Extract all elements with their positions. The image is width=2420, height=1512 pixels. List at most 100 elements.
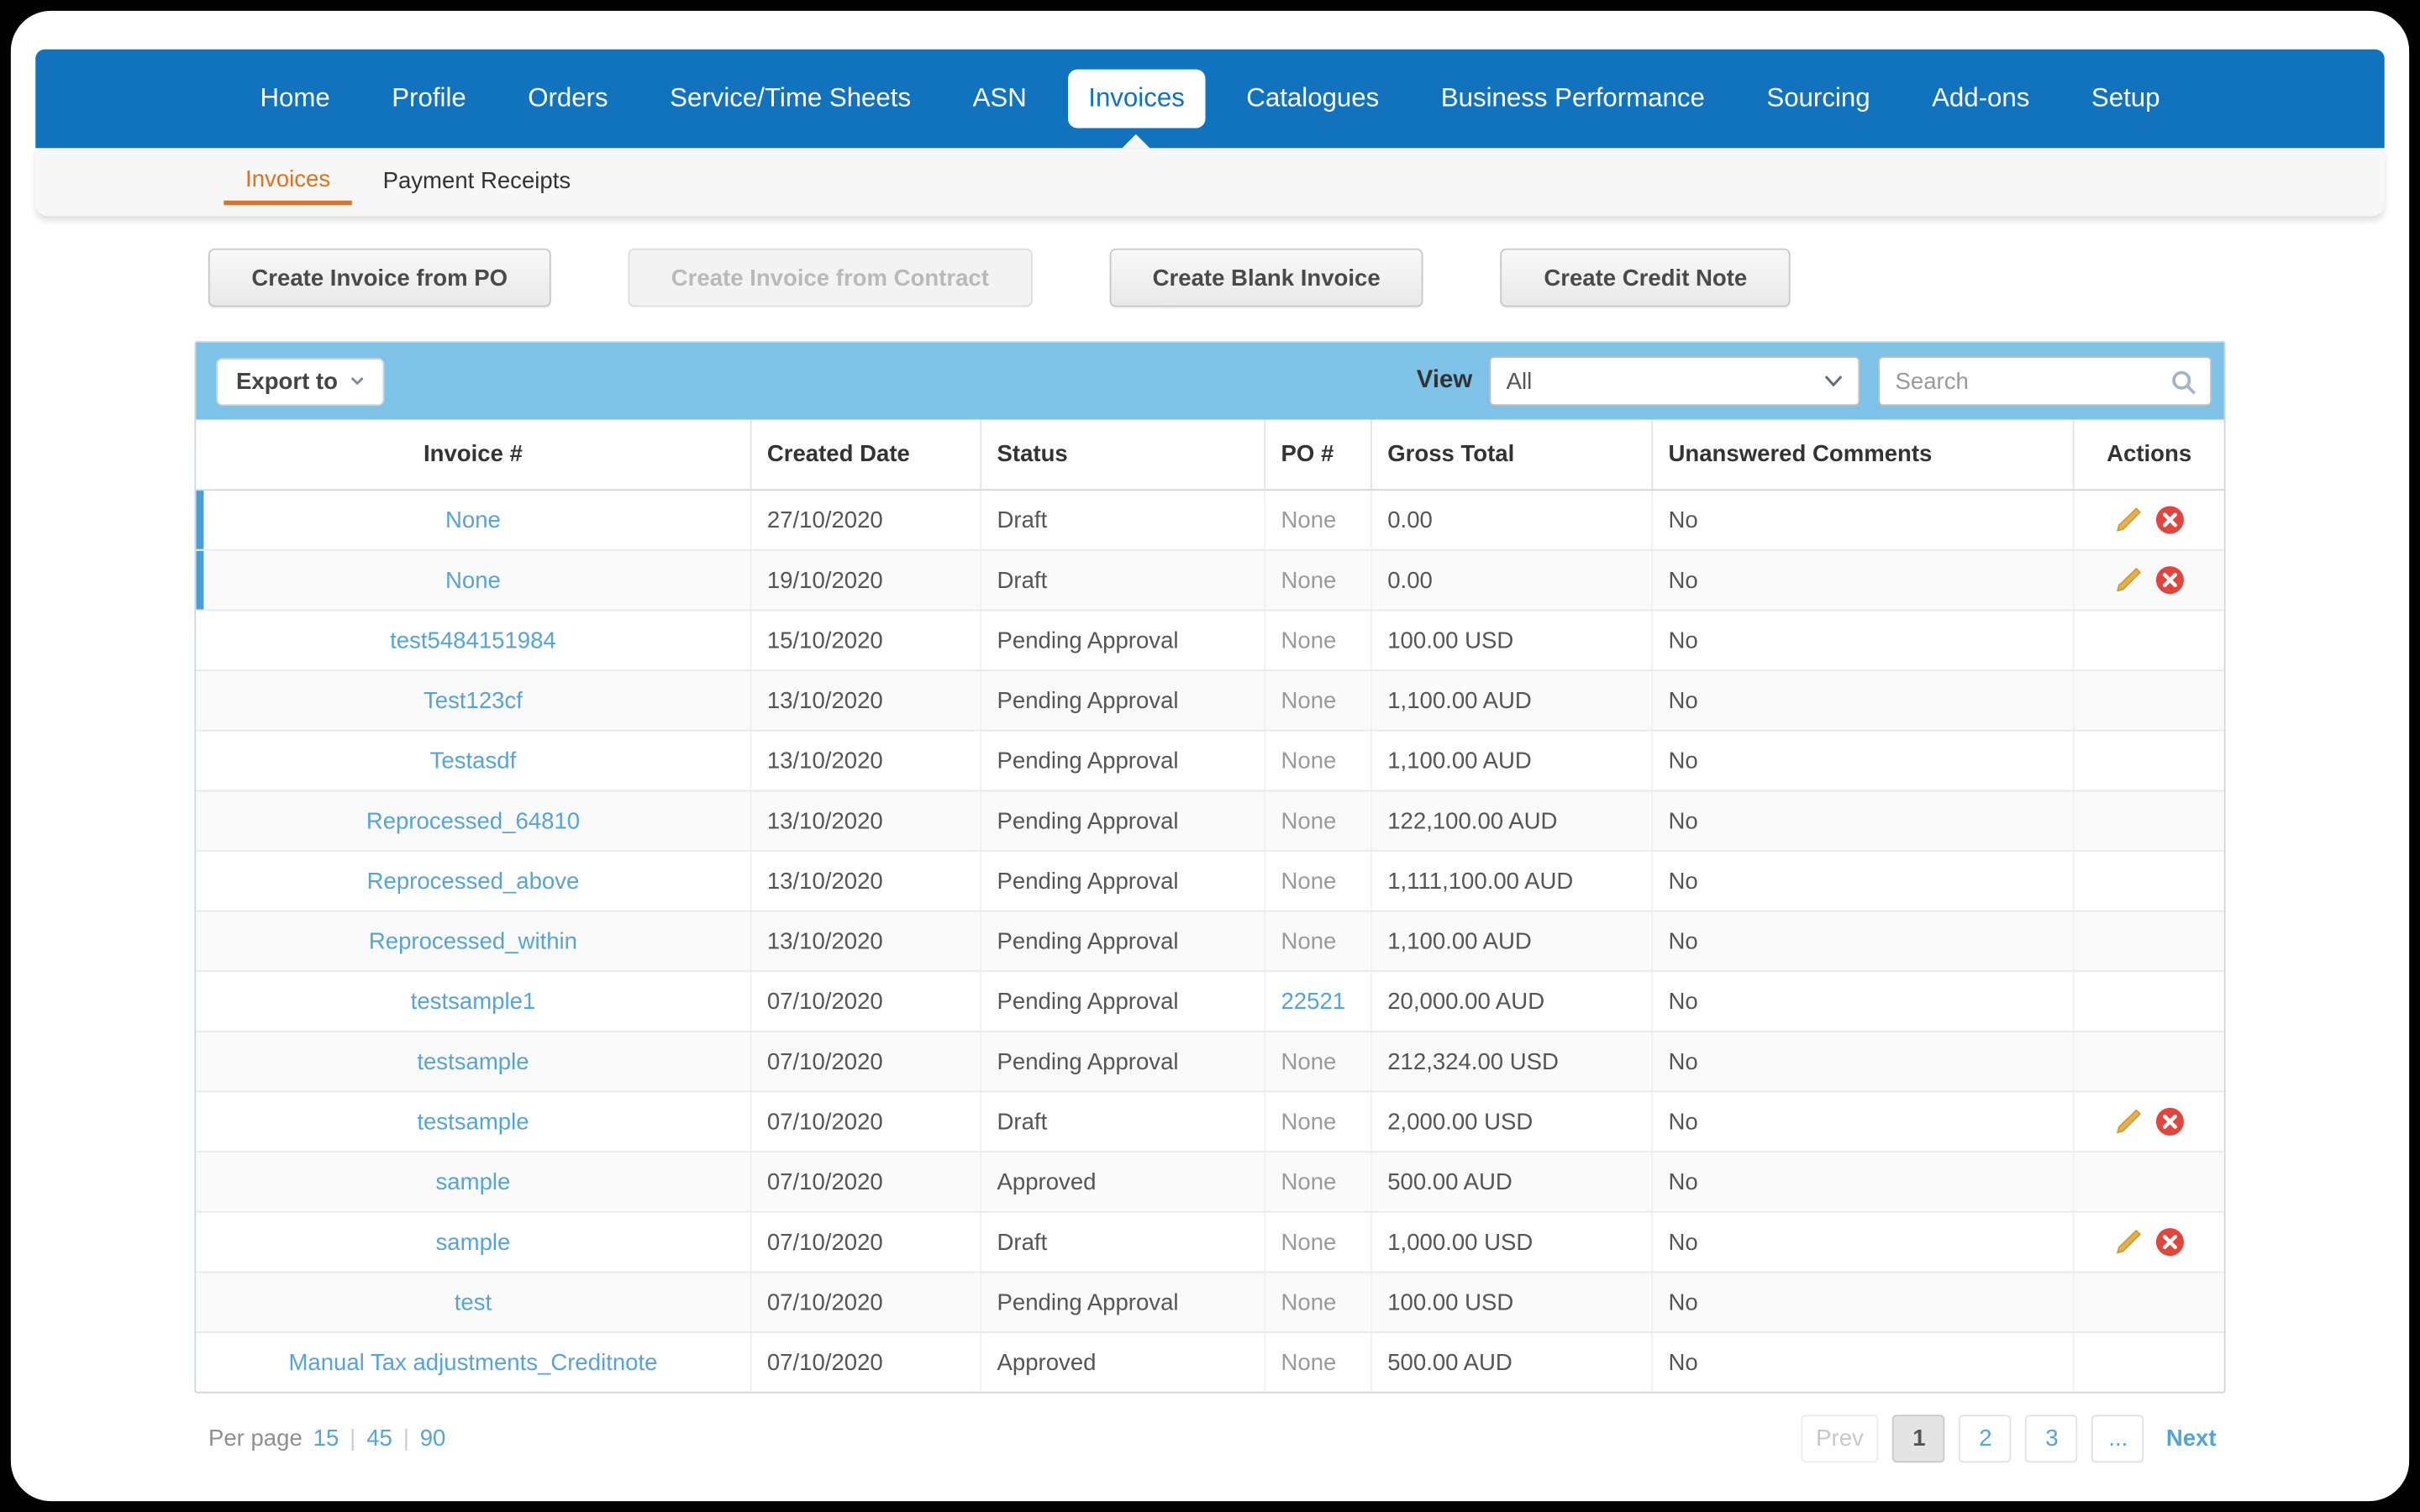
delete-icon[interactable] (2154, 564, 2186, 596)
invoice-link[interactable]: Manual Tax adjustments_Creditnote (288, 1349, 657, 1375)
cell: Manual Tax adjustments_Creditnote (196, 1332, 752, 1392)
nav-item-invoices[interactable]: Invoices (1068, 69, 1205, 149)
nav-item-asn[interactable]: ASN (953, 70, 1047, 129)
nav-item-add-ons[interactable]: Add-ons (1912, 70, 2049, 129)
po-number: None (1281, 807, 1337, 834)
search-input[interactable] (1880, 358, 2174, 405)
gross-total: 122,100.00 AUD (1387, 807, 1558, 834)
gross-total: 212,324.00 USD (1387, 1048, 1559, 1075)
gross-total: 500.00 AUD (1387, 1349, 1512, 1376)
invoice-link[interactable]: test (455, 1289, 492, 1315)
per-page-15[interactable]: 15 (313, 1425, 339, 1452)
table-row: Manual Tax adjustments_Creditnote 07/10/2… (196, 1331, 2224, 1392)
page-1-button[interactable]: 1 (1892, 1415, 1946, 1463)
unanswered-comments: No (1668, 1349, 1698, 1376)
col-header-status: Status (981, 419, 1266, 490)
delete-icon[interactable] (2154, 1106, 2186, 1137)
subnav-item-payment-receipts[interactable]: Payment Receipts (361, 162, 592, 202)
nav-item-service-time-sheets[interactable]: Service/Time Sheets (650, 70, 931, 129)
page-2-button[interactable]: 2 (1959, 1415, 2012, 1463)
action-buttons: Create Invoice from PO Create Invoice fro… (196, 248, 2223, 307)
create-blank-invoice-button[interactable]: Create Blank Invoice (1109, 248, 1424, 307)
cell: Pending Approval (981, 670, 1266, 730)
table-row: testsample1 07/10/2020 Pending Approval 225… (196, 970, 2224, 1031)
invoice-link[interactable]: sample (436, 1229, 511, 1255)
per-page-label: Per page (208, 1425, 302, 1452)
per-page-90[interactable]: 90 (420, 1425, 446, 1452)
pager-row: Per page 15 | 45 | 90 Prev 1 2 3... Next (196, 1415, 2224, 1463)
cell: Pending Approval (981, 972, 1266, 1031)
cell: 1,100.00 AUD (1372, 670, 1654, 730)
edit-icon[interactable] (2112, 1226, 2144, 1257)
cell: Draft (981, 550, 1266, 610)
invoice-link[interactable]: testsample1 (411, 988, 536, 1014)
status-text: Draft (997, 1228, 1048, 1256)
table-row: Reprocessed_within 13/10/2020 Pending Appr… (196, 910, 2224, 971)
gross-total: 20,000.00 AUD (1387, 988, 1545, 1015)
cell: No (1653, 1032, 2075, 1091)
cell: None (1265, 731, 1372, 790)
cell: testsample (196, 1032, 752, 1091)
invoice-link[interactable]: Test123cf (424, 687, 523, 713)
view-select[interactable]: All (1489, 356, 1860, 407)
edit-icon[interactable] (2112, 505, 2144, 536)
cell: 13/10/2020 (751, 791, 982, 851)
cell: Draft (981, 491, 1266, 549)
po-number: None (1281, 927, 1337, 955)
cell (2075, 852, 2224, 911)
po-number-link[interactable]: 22521 (1281, 988, 1345, 1014)
create-credit-note-button[interactable]: Create Credit Note (1500, 248, 1791, 307)
prev-button[interactable]: Prev (1800, 1415, 1880, 1463)
page-3-button[interactable]: 3 (2025, 1415, 2079, 1463)
invoice-link[interactable]: None (445, 567, 501, 593)
edit-icon[interactable] (2112, 1106, 2144, 1137)
cell: test5484151984 (196, 611, 752, 670)
status-text: Approved (997, 1349, 1097, 1376)
nav-item-setup[interactable]: Setup (2071, 70, 2180, 129)
create-invoice-from-po-button[interactable]: Create Invoice from PO (208, 248, 551, 307)
nav-item-home[interactable]: Home (240, 70, 350, 129)
nav-item-catalogues[interactable]: Catalogues (1226, 70, 1399, 129)
unanswered-comments: No (1668, 807, 1698, 834)
cell: 07/10/2020 (751, 1212, 982, 1272)
export-button[interactable]: Export to (216, 357, 385, 406)
cell: None (1265, 1092, 1372, 1152)
nav-item-profile[interactable]: Profile (371, 70, 486, 129)
created-date: 07/10/2020 (766, 1108, 883, 1135)
subnav-item-invoices[interactable]: Invoices (224, 160, 352, 205)
cell: No (1653, 1092, 2075, 1152)
po-number: None (1281, 1108, 1337, 1135)
delete-icon[interactable] (2154, 1226, 2186, 1257)
cell: 07/10/2020 (751, 972, 982, 1031)
table-row: sample 07/10/2020 Approved None 500.00 AUD No (196, 1151, 2224, 1211)
invoice-link[interactable]: testsample (417, 1048, 529, 1074)
invoice-link[interactable]: Testasdf (430, 748, 517, 774)
cell: No (1653, 731, 2075, 790)
invoice-link[interactable]: Reprocessed_within (369, 928, 577, 954)
delete-icon[interactable] (2154, 505, 2186, 536)
invoice-link[interactable]: test5484151984 (390, 627, 556, 654)
edit-icon[interactable] (2112, 564, 2144, 596)
ellipsis-button[interactable]: ... (2091, 1415, 2145, 1463)
unanswered-comments: No (1668, 1048, 1698, 1075)
table-header: Invoice # Created Date Status PO # Gross Tot… (196, 419, 2224, 491)
cell: Approved (981, 1332, 1266, 1392)
status-text: Approved (997, 1168, 1097, 1195)
per-page-45[interactable]: 45 (366, 1425, 392, 1452)
po-number: None (1281, 1349, 1337, 1376)
cell: 15/10/2020 (751, 611, 982, 670)
col-header-invoice: Invoice # (196, 419, 752, 490)
cell (2075, 732, 2224, 790)
next-button[interactable]: Next (2158, 1415, 2224, 1463)
invoice-link[interactable]: None (445, 507, 501, 533)
invoice-link[interactable]: sample (436, 1168, 511, 1194)
invoice-link[interactable]: testsample (417, 1109, 529, 1135)
invoice-link[interactable]: Reprocessed_64810 (366, 808, 580, 834)
nav-item-orders[interactable]: Orders (508, 70, 628, 129)
nav-item-sourcing[interactable]: Sourcing (1746, 70, 1890, 129)
search-icon[interactable] (2170, 369, 2197, 396)
create-invoice-from-contract-button[interactable]: Create Invoice from Contract (628, 248, 1033, 307)
invoice-link[interactable]: Reprocessed_above (367, 868, 580, 894)
status-text: Pending Approval (997, 627, 1179, 654)
nav-item-business-performance[interactable]: Business Performance (1421, 70, 1725, 129)
